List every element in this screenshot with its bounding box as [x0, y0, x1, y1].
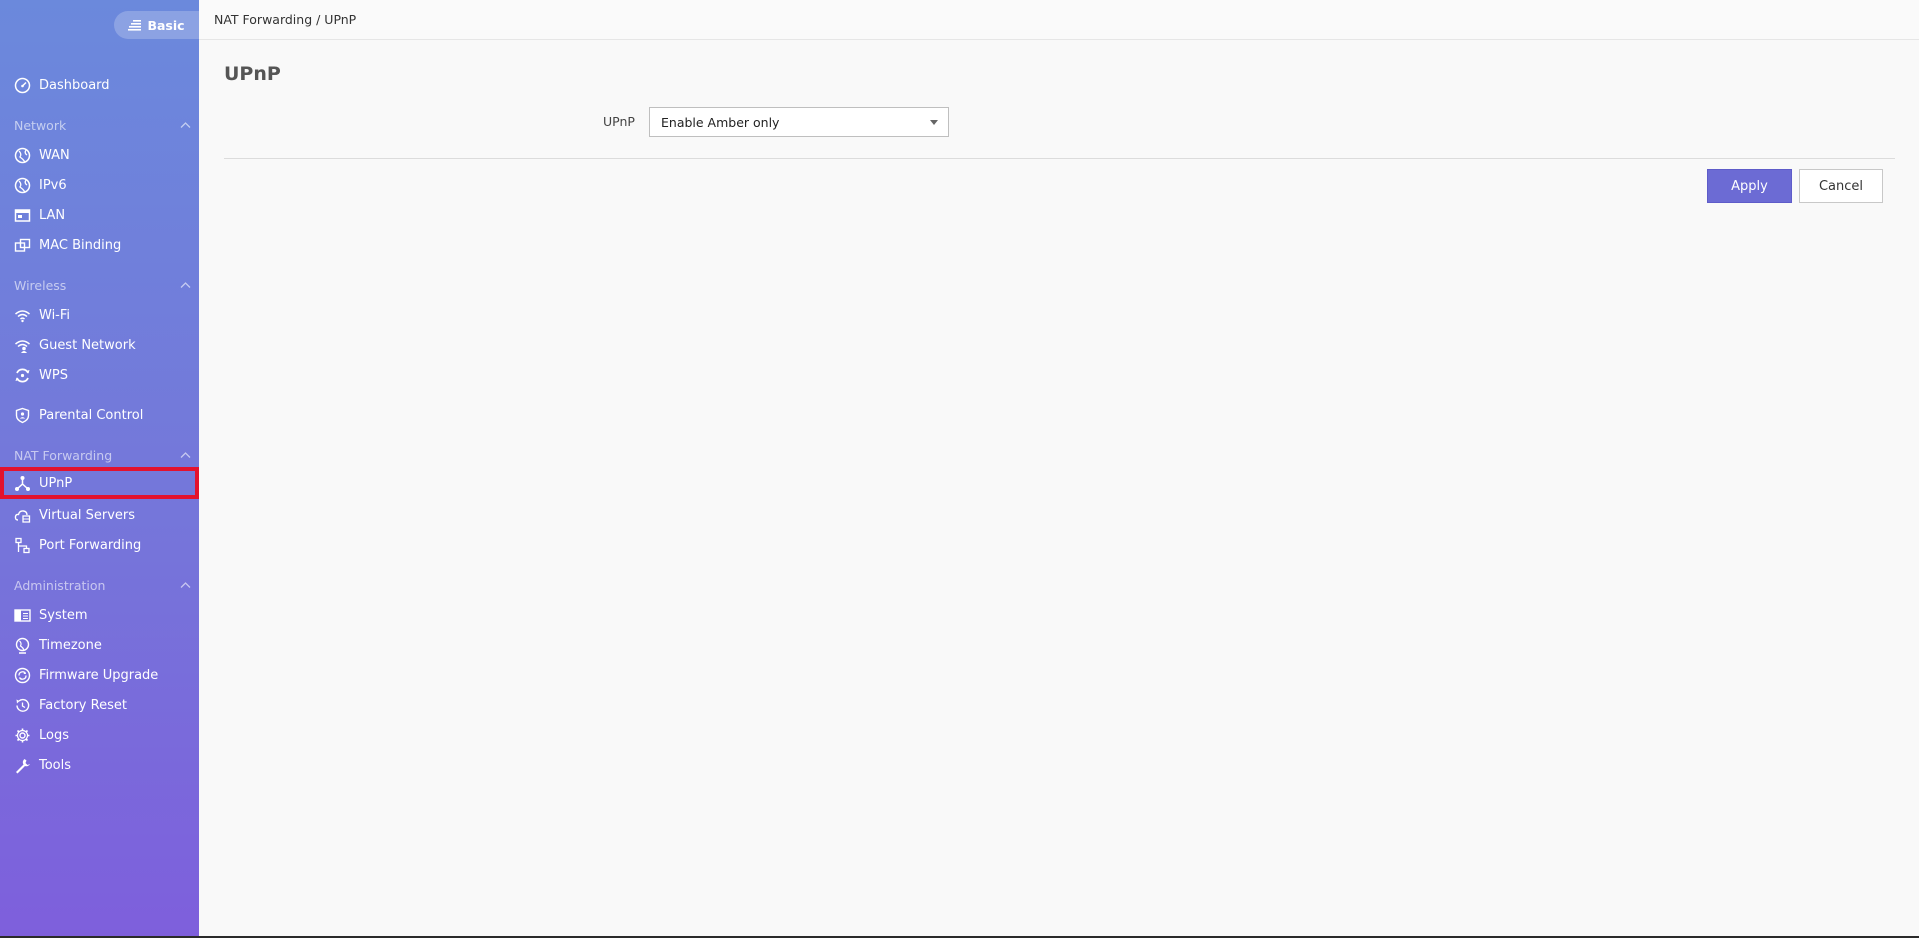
- sidebar-item-factory-reset[interactable]: Factory Reset: [0, 690, 199, 720]
- sidebar-item-virtual-servers[interactable]: Virtual Servers: [0, 500, 199, 530]
- gear-icon: [14, 727, 31, 744]
- upnp-network-icon: [14, 475, 31, 492]
- upnp-select[interactable]: Enable Amber only: [649, 107, 949, 137]
- globe-icon: [14, 177, 31, 194]
- form-divider: [224, 158, 1895, 159]
- wrench-icon: [14, 757, 31, 774]
- section-label: Wireless: [14, 277, 67, 293]
- sidebar-item-parental-control[interactable]: Parental Control: [0, 400, 199, 430]
- sidebar-item-lan[interactable]: LAN: [0, 200, 199, 230]
- sidebar-item-wan[interactable]: WAN: [0, 140, 199, 170]
- sidebar-item-label: Dashboard: [39, 77, 110, 93]
- sidebar: Basic Dashboard Network WAN IPv6 LAN MAC…: [0, 0, 199, 938]
- sidebar-item-label: Port Forwarding: [39, 537, 142, 553]
- system-icon: [14, 607, 31, 624]
- sidebar-item-label: IPv6: [39, 177, 67, 193]
- globe-icon: [14, 147, 31, 164]
- sidebar-item-label: Timezone: [39, 637, 102, 653]
- lan-icon: [14, 207, 31, 224]
- sidebar-item-firmware-upgrade[interactable]: Firmware Upgrade: [0, 660, 199, 690]
- sidebar-item-label: MAC Binding: [39, 237, 122, 253]
- wps-icon: [14, 367, 31, 384]
- shield-icon: [14, 407, 31, 424]
- page-title: UPnP: [224, 63, 281, 85]
- sidebar-item-tools[interactable]: Tools: [0, 750, 199, 780]
- sidebar-item-label: Parental Control: [39, 407, 144, 423]
- cancel-button[interactable]: Cancel: [1799, 169, 1883, 203]
- chevron-up-icon: [180, 452, 191, 458]
- sidebar-item-wps[interactable]: WPS: [0, 360, 199, 390]
- sidebar-item-label: Tools: [39, 757, 72, 773]
- upnp-select-value: Enable Amber only: [661, 114, 780, 130]
- dropdown-arrow-icon: [930, 119, 938, 125]
- upnp-field-label: UPnP: [603, 114, 635, 129]
- sidebar-item-label: Logs: [39, 727, 69, 743]
- section-administration[interactable]: Administration: [0, 573, 199, 597]
- cloud-server-icon: [14, 507, 31, 524]
- section-label: Administration: [14, 577, 106, 593]
- section-wireless[interactable]: Wireless: [0, 273, 199, 297]
- section-label: NAT Forwarding: [14, 447, 113, 463]
- firmware-upgrade-icon: [14, 667, 31, 684]
- wifi-icon: [14, 307, 31, 324]
- sidebar-item-wifi[interactable]: Wi-Fi: [0, 300, 199, 330]
- sidebar-item-system[interactable]: System: [0, 600, 199, 630]
- sidebar-item-guest-network[interactable]: Guest Network: [0, 330, 199, 360]
- section-network[interactable]: Network: [0, 113, 199, 137]
- list-icon: [128, 19, 142, 31]
- reset-icon: [14, 697, 31, 714]
- mac-binding-icon: [14, 237, 31, 254]
- sidebar-item-label: Firmware Upgrade: [39, 667, 159, 683]
- sidebar-item-label: UPnP: [39, 475, 73, 491]
- breadcrumb: NAT Forwarding / UPnP: [199, 0, 1919, 40]
- sidebar-item-label: WAN: [39, 147, 70, 163]
- chevron-up-icon: [180, 282, 191, 288]
- port-forwarding-icon: [14, 537, 31, 554]
- sidebar-item-ipv6[interactable]: IPv6: [0, 170, 199, 200]
- section-nat-forwarding[interactable]: NAT Forwarding: [0, 443, 199, 467]
- sidebar-item-label: LAN: [39, 207, 66, 223]
- sidebar-item-label: Virtual Servers: [39, 507, 136, 523]
- main-content: NAT Forwarding / UPnP UPnP UPnP Enable A…: [199, 0, 1919, 938]
- basic-mode-toggle[interactable]: Basic: [114, 11, 199, 39]
- basic-mode-label: Basic: [147, 17, 185, 33]
- breadcrumb-text: NAT Forwarding / UPnP: [214, 12, 357, 27]
- sidebar-item-upnp[interactable]: UPnP: [0, 467, 199, 499]
- sidebar-item-port-forwarding[interactable]: Port Forwarding: [0, 530, 199, 560]
- sidebar-item-label: Factory Reset: [39, 697, 127, 713]
- dashboard-icon: [14, 77, 31, 94]
- guest-wifi-icon: [14, 337, 31, 354]
- sidebar-item-logs[interactable]: Logs: [0, 720, 199, 750]
- section-label: Network: [14, 117, 67, 133]
- sidebar-item-timezone[interactable]: Timezone: [0, 630, 199, 660]
- sidebar-item-label: WPS: [39, 367, 68, 383]
- timezone-globe-icon: [14, 637, 31, 654]
- sidebar-item-label: Guest Network: [39, 337, 136, 353]
- chevron-up-icon: [180, 122, 191, 128]
- sidebar-item-mac-binding[interactable]: MAC Binding: [0, 230, 199, 260]
- sidebar-item-label: Wi-Fi: [39, 307, 71, 323]
- sidebar-item-dashboard[interactable]: Dashboard: [0, 70, 199, 100]
- apply-button[interactable]: Apply: [1707, 169, 1792, 203]
- chevron-up-icon: [180, 582, 191, 588]
- sidebar-item-label: System: [39, 607, 88, 623]
